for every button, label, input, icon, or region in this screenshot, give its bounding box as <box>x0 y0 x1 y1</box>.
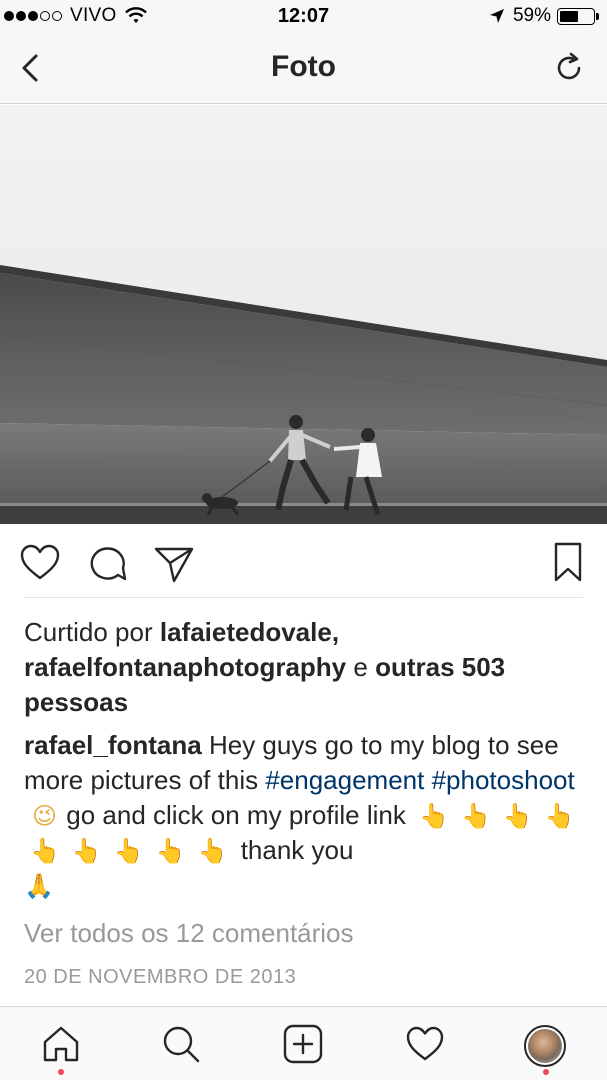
status-right: 59% <box>489 5 599 27</box>
home-icon[interactable] <box>40 1023 82 1065</box>
pointing-up-emoji: 👆 <box>197 837 228 865</box>
pointing-up-emoji: 👆 <box>113 837 144 865</box>
refresh-icon[interactable] <box>551 50 587 86</box>
pointing-up-emoji: 👆 <box>30 837 60 865</box>
pointing-up-emoji: 👆 <box>71 837 102 865</box>
divider <box>24 597 583 598</box>
heart-icon[interactable] <box>404 1023 446 1065</box>
post-caption: rafael_fontana Hey guys go to my blog to… <box>24 728 589 903</box>
pointing-up-emoji: 👆 <box>155 837 186 865</box>
caption-text: thank you <box>240 835 354 865</box>
share-icon[interactable] <box>152 541 196 585</box>
page-title: Foto <box>271 50 336 83</box>
hashtag-link[interactable]: #engagement <box>265 765 424 795</box>
liker-link[interactable]: lafaietedovale, <box>160 617 339 647</box>
hashtag-link[interactable]: #photoshoot <box>432 765 575 795</box>
pointing-up-emoji: 👆 <box>502 802 533 830</box>
post-date: 20 DE NOVEMBRO DE 2013 <box>24 966 297 988</box>
battery-icon <box>557 7 595 25</box>
bookmark-icon[interactable] <box>546 540 590 584</box>
pointing-up-emoji: 👆 <box>461 802 491 830</box>
pointing-up-emoji: 👆 <box>544 802 575 830</box>
likes-prefix: Curtido por <box>24 617 153 647</box>
add-icon[interactable] <box>282 1023 324 1065</box>
heart-icon[interactable] <box>18 541 62 585</box>
profile-avatar[interactable] <box>524 1025 566 1067</box>
photo-scene <box>0 105 607 524</box>
nav-bar: Foto <box>0 34 607 104</box>
search-icon[interactable] <box>160 1023 202 1065</box>
battery-tip <box>596 12 599 20</box>
status-bar: VIVO 12:07 59% <box>0 0 607 34</box>
view-all-comments-link[interactable]: Ver todos os 12 comentários <box>24 918 354 949</box>
praying-hands-emoji: 🙏 <box>24 872 54 900</box>
profile-notification-dot <box>543 1069 549 1075</box>
location-arrow-icon <box>489 9 504 23</box>
post-actions <box>0 538 607 588</box>
battery-percent: 59% <box>512 5 551 26</box>
pointing-up-emoji: 👆 <box>419 802 449 830</box>
likes-conjunction: e <box>353 652 368 682</box>
caption-text: go and click on my profile link <box>66 800 406 830</box>
caption-author[interactable]: rafael_fontana <box>24 730 202 760</box>
avatar <box>524 1025 566 1067</box>
wink-emoji: 😉 <box>32 802 58 830</box>
likes-summary: Curtido por lafaietedovale, rafaelfontan… <box>24 615 589 720</box>
liker-link[interactable]: rafaelfontanaphotography <box>24 652 346 682</box>
comment-icon[interactable] <box>86 541 130 585</box>
tab-bar <box>0 1006 607 1080</box>
home-notification-dot <box>58 1069 64 1075</box>
post-photo[interactable] <box>0 105 607 524</box>
